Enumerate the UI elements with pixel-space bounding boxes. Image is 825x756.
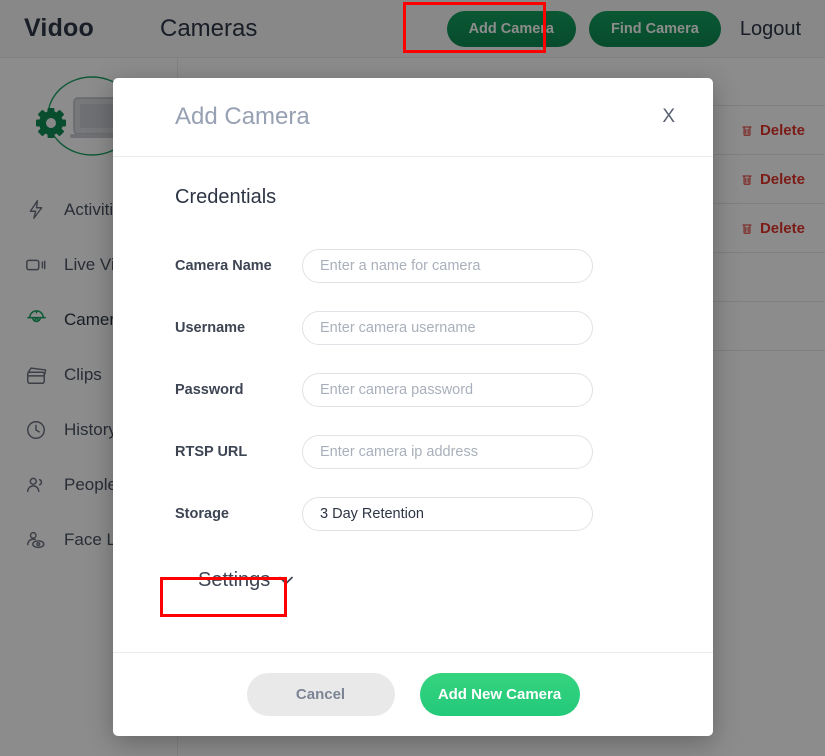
field-label: Username	[175, 320, 246, 336]
settings-toggle[interactable]: Settings	[189, 564, 302, 597]
modal-header: Add Camera X	[113, 78, 713, 157]
add-camera-modal: Add Camera X Credentials Camera Name Use…	[113, 78, 713, 736]
modal-body: Credentials Camera Name Username Passwor…	[113, 157, 713, 652]
chevron-down-icon	[279, 576, 294, 585]
field-label: Camera Name	[175, 258, 272, 274]
field-storage: Storage	[175, 483, 651, 545]
password-input[interactable]	[302, 373, 593, 407]
field-camera-name: Camera Name	[175, 235, 651, 297]
camera-name-input[interactable]	[302, 249, 593, 283]
username-input[interactable]	[302, 311, 593, 345]
credentials-section-title: Credentials	[175, 186, 277, 208]
rtsp-url-input[interactable]	[302, 435, 593, 469]
field-label: RTSP URL	[175, 444, 248, 460]
storage-select[interactable]	[302, 497, 593, 531]
modal-title: Add Camera	[175, 103, 310, 130]
field-label: Storage	[175, 506, 229, 522]
close-icon[interactable]: X	[654, 102, 683, 132]
app-root: Vidoo Cameras Add Camera Find Camera Log…	[0, 0, 825, 756]
field-rtsp-url: RTSP URL	[175, 421, 651, 483]
cancel-button[interactable]: Cancel	[246, 673, 395, 716]
add-new-camera-button[interactable]: Add New Camera	[419, 673, 580, 716]
settings-label: Settings	[198, 569, 271, 591]
field-password: Password	[175, 359, 651, 421]
field-username: Username	[175, 297, 651, 359]
field-label: Password	[175, 382, 244, 398]
modal-footer: Cancel Add New Camera	[113, 652, 713, 736]
